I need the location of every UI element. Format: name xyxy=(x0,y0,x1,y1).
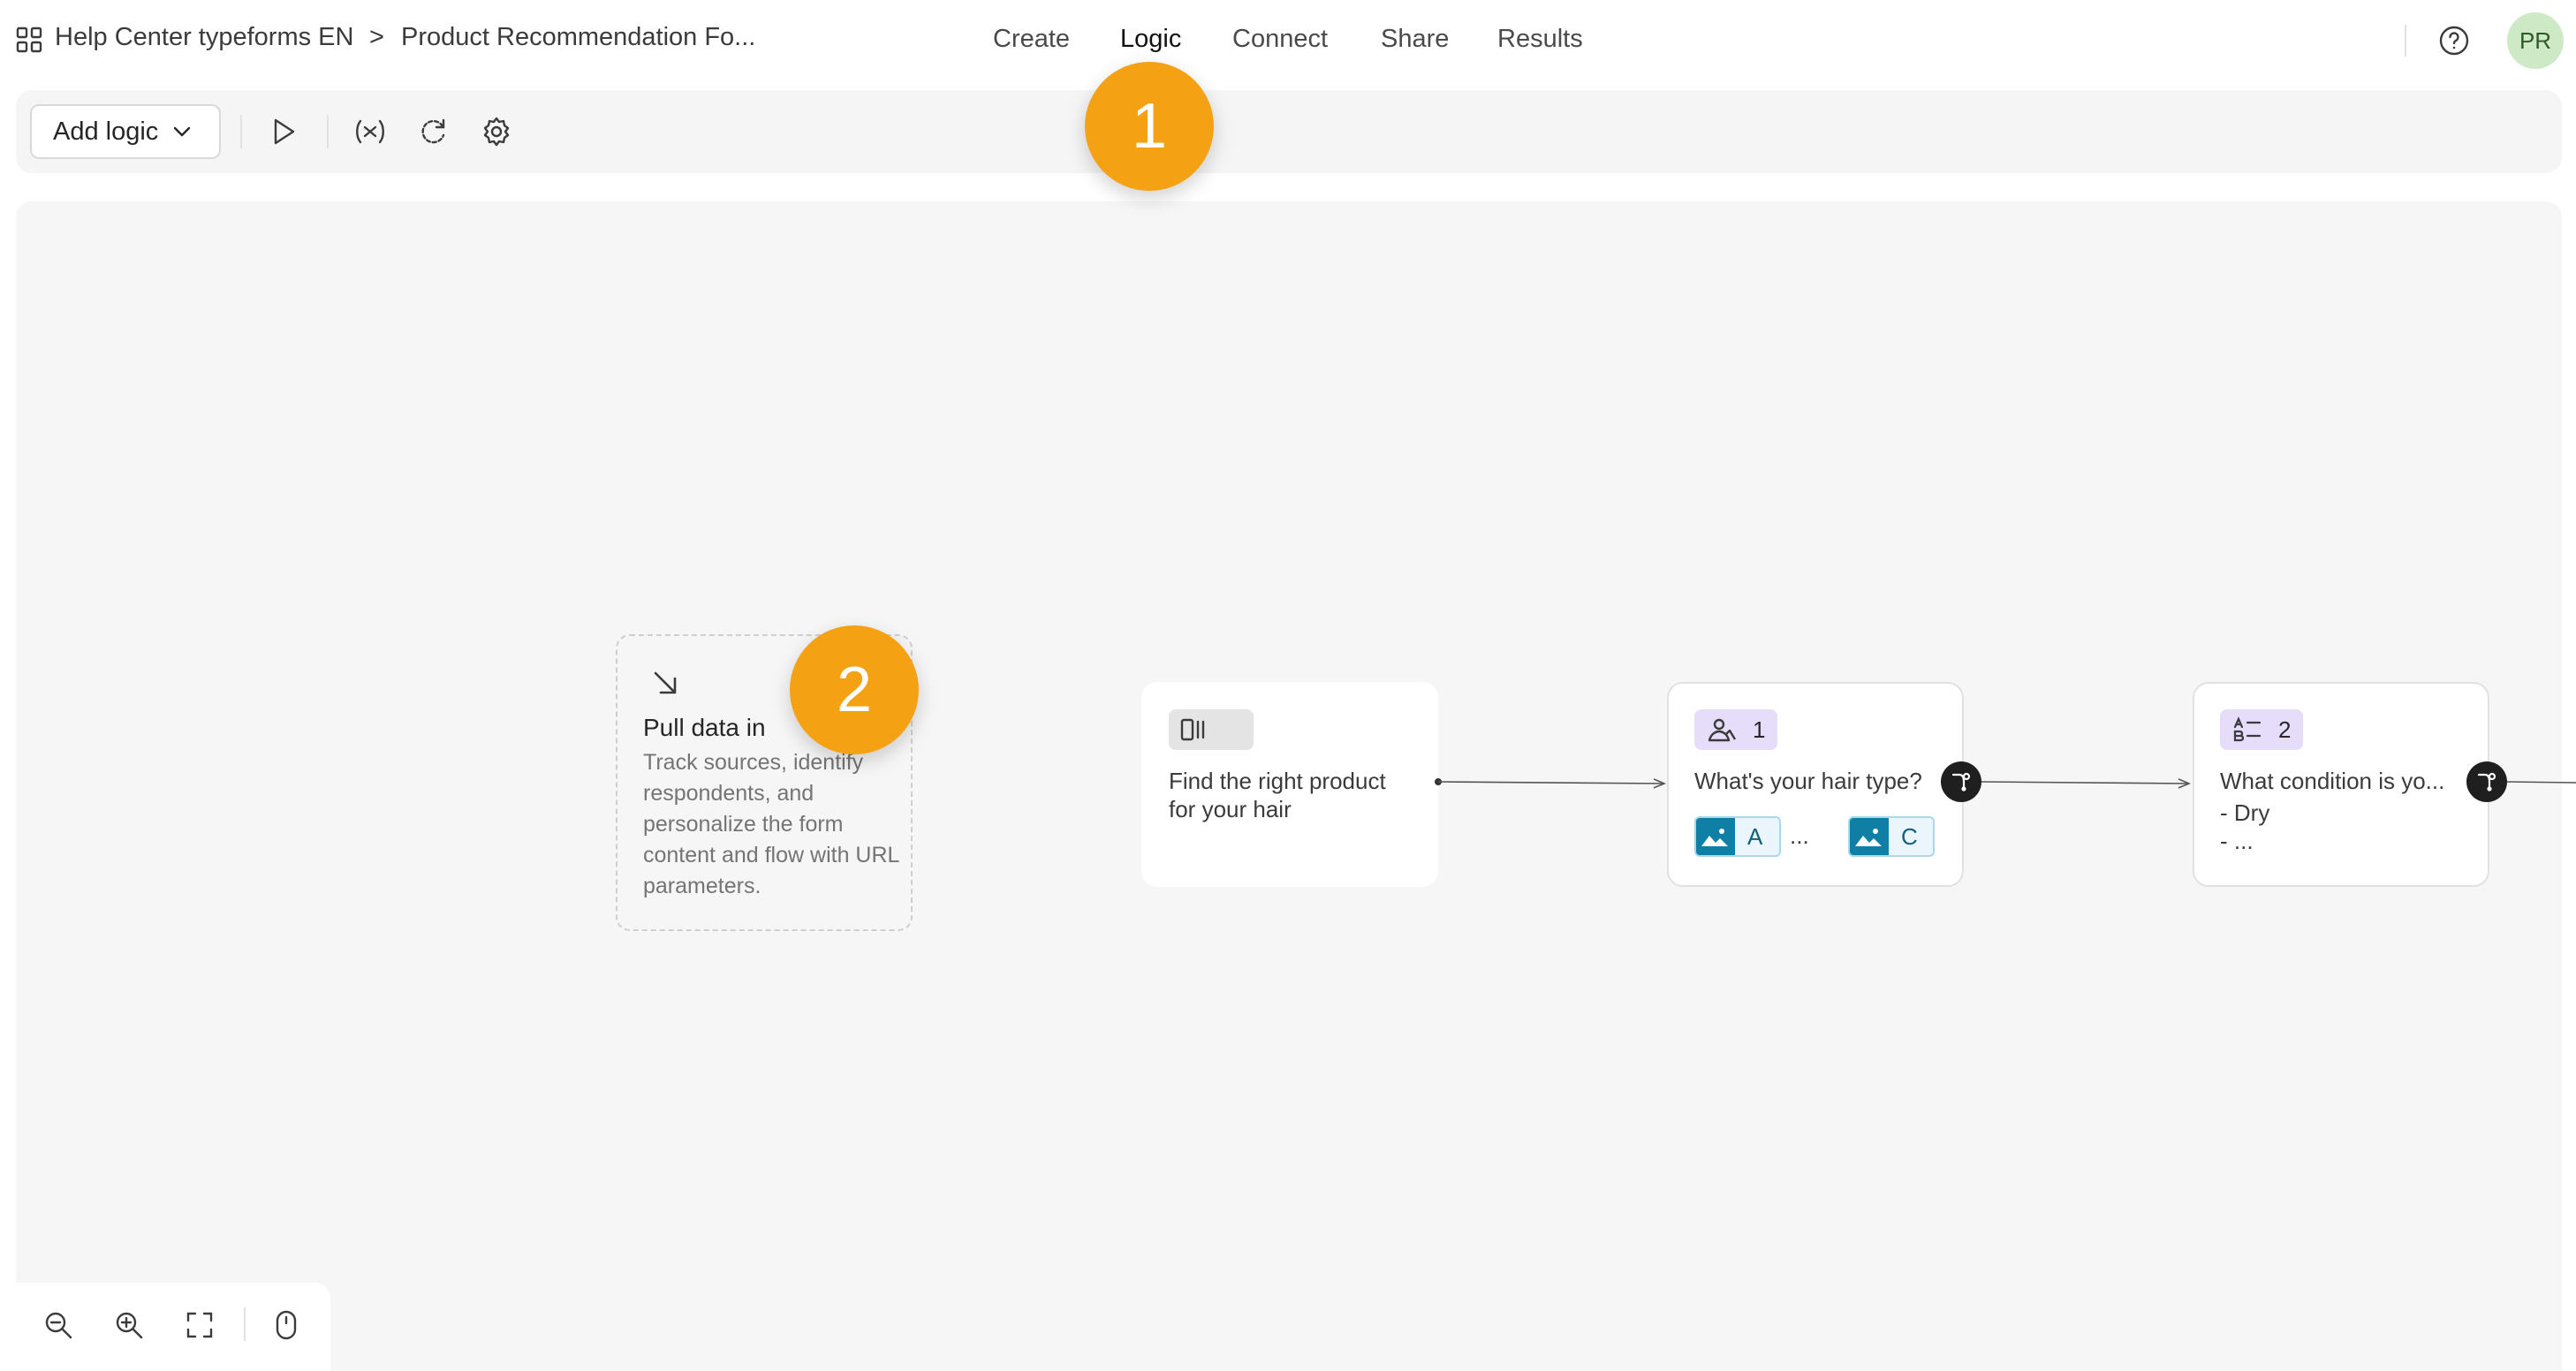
zoom-out-icon[interactable] xyxy=(41,1307,76,1343)
callout-badge-1: 1 xyxy=(1085,62,1214,191)
zoom-divider xyxy=(244,1307,246,1341)
flow-connectors xyxy=(1435,778,2576,1371)
callout-badge-2: 2 xyxy=(790,625,919,754)
zoom-in-icon[interactable] xyxy=(111,1307,147,1343)
mouse-icon[interactable] xyxy=(269,1307,304,1343)
fit-screen-icon[interactable] xyxy=(182,1307,217,1343)
